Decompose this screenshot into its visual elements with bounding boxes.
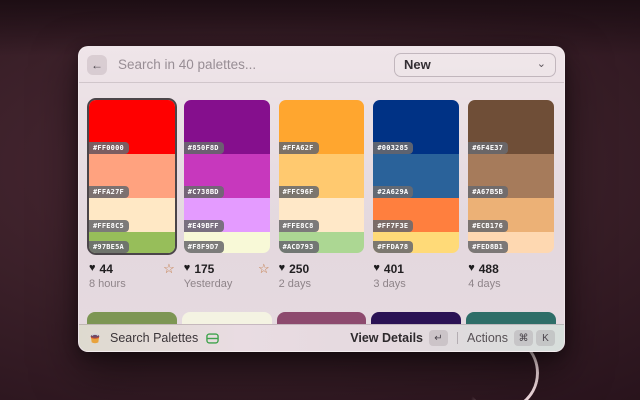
color-band[interactable]: #FFC96F — [279, 154, 365, 198]
footer-bar: Search Palettes View Details ↵ Actions ⌘… — [79, 324, 564, 351]
sort-dropdown[interactable]: New ⌄ — [394, 53, 556, 77]
search-input[interactable]: Search in 40 palettes... — [118, 57, 256, 72]
palette-column: #6F4E37 #A67B5B #ECB176 #FED8B1 ♥ 488 4 … — [466, 98, 556, 290]
hex-label: #2A629A — [373, 186, 413, 198]
palette-meta: ♥ 250 — [277, 262, 367, 275]
palette-time: Yesterday — [182, 278, 272, 290]
palette-column: #FF0000 #FFA27F #FFE8C5 #97BE5A ♥ 44 ☆ 8… — [87, 98, 177, 290]
hex-label: #6F4E37 — [468, 142, 508, 154]
palette-column: #850F8D #C738BD #E49BFF #F8F9D7 ♥ 175 ☆ … — [182, 98, 272, 290]
hex-label: #FFE8C8 — [279, 220, 319, 232]
palette-time: 2 days — [277, 278, 367, 290]
color-band[interactable]: #97BE5A — [89, 232, 175, 253]
star-icon[interactable]: ☆ — [258, 262, 270, 275]
k-key-icon: K — [536, 330, 555, 346]
color-band[interactable]: #E49BFF — [184, 198, 270, 232]
color-band[interactable]: #ECB176 — [468, 198, 554, 232]
command-key-icon: ⌘ — [514, 330, 533, 346]
color-band[interactable]: #FFA27F — [89, 154, 175, 198]
hex-label: #003285 — [373, 142, 413, 154]
palette-search-window: ← Search in 40 palettes... New ⌄ #FF0000… — [78, 46, 565, 352]
hex-label: #97BE5A — [89, 241, 129, 253]
palette-card[interactable]: #6F4E37 #A67B5B #ECB176 #FED8B1 — [466, 98, 556, 255]
palette-time: 8 hours — [87, 278, 177, 290]
color-band[interactable]: #850F8D — [184, 100, 270, 154]
heart-icon: ♥ — [279, 263, 286, 274]
palette-column: #003285 #2A629A #FF7F3E #FFDA78 ♥ 401 3 … — [371, 98, 461, 290]
heart-icon: ♥ — [89, 263, 96, 274]
heart-icon: ♥ — [184, 263, 191, 274]
palette-grid: #FF0000 #FFA27F #FFE8C5 #97BE5A ♥ 44 ☆ 8… — [79, 83, 564, 290]
color-band[interactable]: #A67B5B — [468, 154, 554, 198]
palette-meta: ♥ 175 ☆ — [182, 262, 272, 275]
color-band[interactable]: #C738BD — [184, 154, 270, 198]
color-band[interactable]: #ACD793 — [279, 232, 365, 253]
star-icon[interactable]: ☆ — [163, 262, 175, 275]
hex-label: #FED8B1 — [468, 241, 508, 253]
hex-label: #FFA62F — [279, 142, 319, 154]
color-band[interactable]: #FF7F3E — [373, 198, 459, 232]
hex-label: #FFA27F — [89, 186, 129, 198]
color-band[interactable]: #FFA62F — [279, 100, 365, 154]
footer-app: Search Palettes — [88, 331, 219, 345]
drive-icon — [206, 332, 219, 345]
return-key-icon: ↵ — [429, 330, 448, 346]
like-count: 401 — [384, 262, 404, 276]
palette-card[interactable]: #FF0000 #FFA27F #FFE8C5 #97BE5A — [87, 98, 177, 255]
palette-time: 4 days — [466, 278, 556, 290]
color-band[interactable]: #FFE8C5 — [89, 198, 175, 232]
palette-meta: ♥ 488 — [466, 262, 556, 275]
palette-card[interactable]: #850F8D #C738BD #E49BFF #F8F9D7 — [182, 98, 272, 255]
color-band[interactable]: #2A629A — [373, 154, 459, 198]
hex-label: #FFDA78 — [373, 241, 413, 253]
hex-label: #850F8D — [184, 142, 224, 154]
hex-label: #ACD793 — [279, 241, 319, 253]
like-count: 250 — [289, 262, 309, 276]
topbar: ← Search in 40 palettes... New ⌄ — [79, 47, 564, 83]
actions-button[interactable]: Actions — [467, 331, 508, 345]
hex-label: #A67B5B — [468, 186, 508, 198]
like-count: 44 — [100, 262, 113, 276]
command-title: Search Palettes — [110, 331, 198, 345]
hex-label: #E49BFF — [184, 220, 224, 232]
heart-icon: ♥ — [468, 263, 475, 274]
color-band[interactable]: #FFDA78 — [373, 232, 459, 253]
chevron-down-icon: ⌄ — [537, 62, 546, 68]
palette-card[interactable]: #FFA62F #FFC96F #FFE8C8 #ACD793 — [277, 98, 367, 255]
color-band[interactable]: #003285 — [373, 100, 459, 154]
palette-meta: ♥ 44 ☆ — [87, 262, 177, 275]
color-band[interactable]: #FFE8C8 — [279, 198, 365, 232]
palette-card[interactable]: #003285 #2A629A #FF7F3E #FFDA78 — [371, 98, 461, 255]
hex-label: #FF0000 — [89, 142, 129, 154]
color-band[interactable]: #FED8B1 — [468, 232, 554, 253]
palette-meta: ♥ 401 — [371, 262, 461, 275]
sort-dropdown-value: New — [404, 57, 431, 72]
palette-column: #FFA62F #FFC96F #FFE8C8 #ACD793 ♥ 250 2 … — [277, 98, 367, 290]
footer-separator — [457, 332, 458, 344]
footer-actions: View Details ↵ Actions ⌘ K — [350, 330, 555, 346]
like-count: 488 — [479, 262, 499, 276]
palette-time: 3 days — [371, 278, 461, 290]
paint-bucket-icon — [88, 331, 102, 345]
color-band[interactable]: #F8F9D7 — [184, 232, 270, 253]
hex-label: #ECB176 — [468, 220, 508, 232]
color-band[interactable]: #6F4E37 — [468, 100, 554, 154]
color-band[interactable]: #FF0000 — [89, 100, 175, 154]
hex-label: #F8F9D7 — [184, 241, 224, 253]
hex-label: #FF7F3E — [373, 220, 413, 232]
like-count: 175 — [194, 262, 214, 276]
view-details-button[interactable]: View Details — [350, 331, 423, 345]
hex-label: #C738BD — [184, 186, 224, 198]
back-icon: ← — [91, 58, 103, 72]
back-button[interactable]: ← — [87, 55, 107, 75]
hex-label: #FFE8C5 — [89, 220, 129, 232]
heart-icon: ♥ — [373, 263, 380, 274]
hex-label: #FFC96F — [279, 186, 319, 198]
